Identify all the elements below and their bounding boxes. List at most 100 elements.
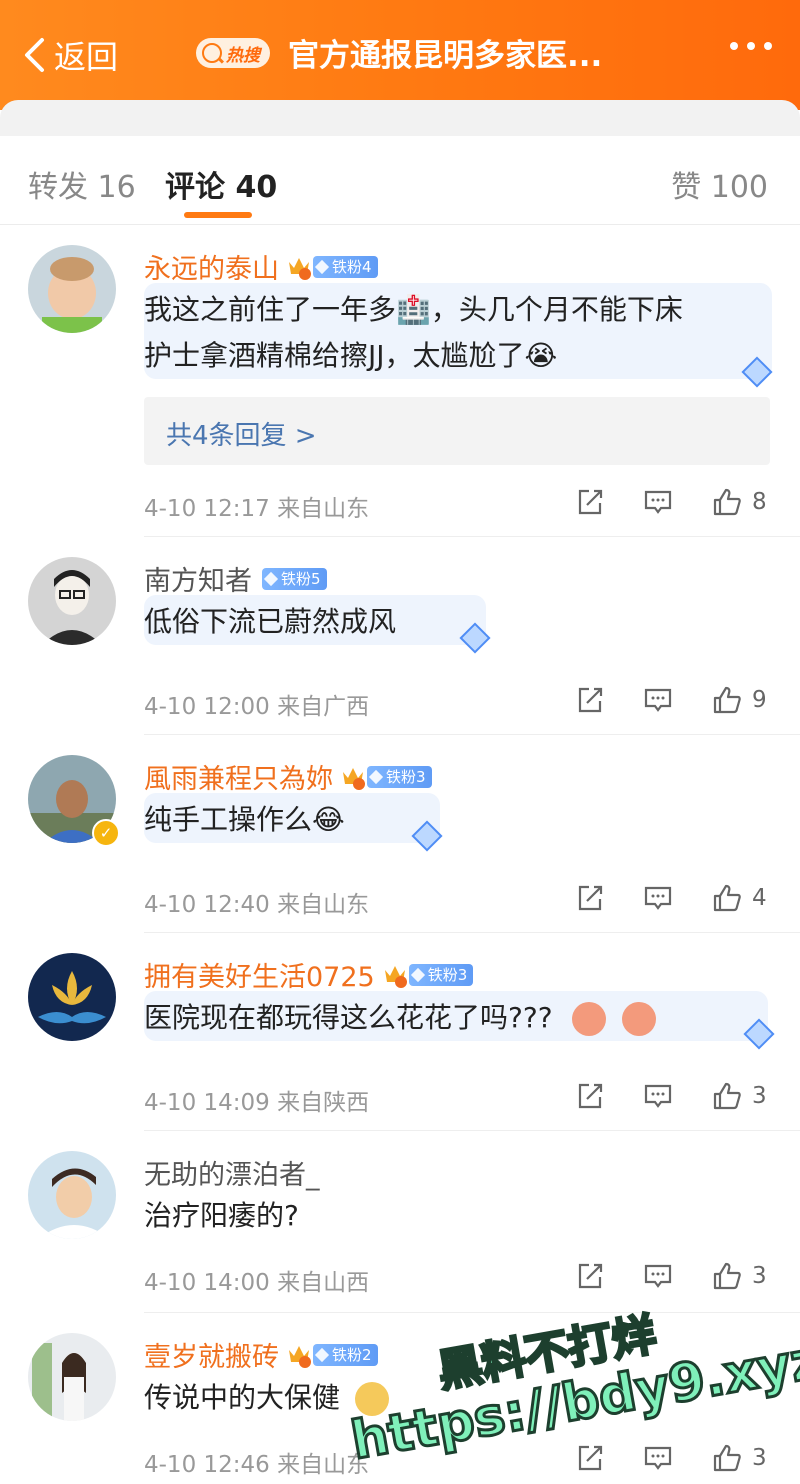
fan-badge-label: 铁粉3 (386, 768, 426, 786)
like-button[interactable]: 3 (712, 1442, 767, 1474)
fan-badge: 铁粉2 (313, 1343, 378, 1366)
like-count: 3 (752, 1445, 767, 1471)
share-button[interactable] (575, 486, 605, 518)
share-button[interactable] (575, 882, 605, 914)
comment-item: 拥有美好生活0725 铁粉3 医院现在都玩得这么花花了吗??? 4-10 14:… (0, 933, 800, 1131)
diamond-icon (314, 259, 330, 274)
username[interactable]: 壹岁就搬砖 铁粉2 (144, 1335, 378, 1374)
comment-text: 治疗阳痿的? (144, 1199, 299, 1232)
comment-meta: 4-10 12:46 来自山东 (144, 1445, 369, 1479)
sparkle-icon (459, 622, 491, 654)
hot-search-label: 热搜 (226, 45, 260, 66)
top-bar: 返回 热搜 官方通报昆明多家医... (0, 0, 800, 110)
comment-icon (644, 1264, 672, 1288)
sparkle-icon (411, 820, 443, 852)
replies-link[interactable]: 共4条回复 > (144, 397, 770, 465)
more-dot-icon (764, 42, 772, 50)
avatar[interactable] (28, 1151, 116, 1239)
comment-location: 来自山东 (277, 496, 370, 522)
tab-likes[interactable]: 赞 100 (671, 162, 768, 206)
comment-item: 永远的泰山 铁粉4 我这之前住了一年多🏥，头几个月不能下床 护士拿酒精棉给擦JJ… (0, 225, 800, 537)
comment-item: ✓ 風雨兼程只為妳 铁粉3 纯手工操作么😂 4-10 12:40 来自山东 4 (0, 735, 800, 933)
avatar[interactable] (28, 953, 116, 1041)
fan-badge-label: 铁粉5 (281, 570, 321, 588)
diamond-icon (368, 769, 384, 784)
comment-icon (644, 490, 672, 514)
like-button[interactable]: 8 (712, 486, 767, 518)
thumbs-up-icon (713, 1082, 741, 1110)
username-text: 拥有美好生活0725 (144, 962, 375, 993)
username[interactable]: 无助的漂泊者_ (144, 1153, 320, 1192)
laughing-emoji-icon (622, 1002, 657, 1036)
tab-reposts[interactable]: 转发 16 (28, 162, 136, 206)
tab-bar: 转发 16 评论 40 赞 100 (0, 136, 800, 225)
share-button[interactable] (575, 1442, 605, 1474)
back-label: 返回 (54, 38, 119, 76)
share-button[interactable] (575, 684, 605, 716)
comment-item: 南方知者 铁粉5 低俗下流已蔚然成风 4-10 12:00 来自广西 9 (0, 537, 800, 735)
fan-badge-label: 铁粉2 (332, 1346, 372, 1364)
crown-icon (341, 764, 365, 790)
like-count: 9 (752, 687, 767, 713)
share-icon (578, 885, 603, 911)
replies-label: 共4条回复 > (166, 421, 317, 451)
more-button[interactable] (730, 42, 772, 50)
comment-line: 我这之前住了一年多🏥，头几个月不能下床 (144, 293, 683, 326)
more-dot-icon (747, 42, 755, 50)
like-button[interactable]: 3 (712, 1260, 767, 1292)
crown-icon (383, 962, 407, 988)
crown-icon (287, 254, 311, 280)
avatar-image (28, 1151, 116, 1239)
avatar[interactable] (28, 1333, 116, 1421)
tab-comments[interactable]: 评论 40 (165, 162, 277, 206)
comment-time: 4-10 12:40 (144, 892, 270, 918)
search-icon (202, 43, 222, 63)
comment-location: 来自广西 (277, 694, 370, 720)
comment-meta: 4-10 12:17 来自山东 (144, 489, 369, 523)
comment-icon (644, 886, 672, 910)
share-button[interactable] (575, 1080, 605, 1112)
like-button[interactable]: 4 (712, 882, 767, 914)
username[interactable]: 風雨兼程只為妳 铁粉3 (144, 757, 432, 796)
page-title[interactable]: 官方通报昆明多家医... (288, 30, 602, 75)
diamond-icon (263, 571, 279, 586)
username[interactable]: 南方知者 铁粉5 (144, 559, 327, 598)
fan-badge: 铁粉4 (313, 255, 378, 278)
username[interactable]: 拥有美好生活0725 铁粉3 (144, 955, 474, 994)
fan-badge: 铁粉5 (262, 567, 327, 590)
back-button[interactable]: 返回 (22, 32, 118, 78)
reply-button[interactable] (643, 1260, 673, 1292)
share-button[interactable] (575, 1260, 605, 1292)
thumbs-up-icon (713, 1262, 741, 1290)
reply-button[interactable] (643, 1080, 673, 1112)
comment-time: 4-10 12:46 (144, 1452, 270, 1478)
reply-button[interactable] (643, 486, 673, 518)
reply-button[interactable] (643, 882, 673, 914)
hot-search-badge[interactable]: 热搜 (196, 38, 270, 68)
comment-icon (644, 688, 672, 712)
reply-button[interactable] (643, 684, 673, 716)
comment-time: 4-10 14:09 (144, 1090, 270, 1116)
username[interactable]: 永远的泰山 铁粉4 (144, 247, 378, 286)
like-button[interactable]: 9 (712, 684, 767, 716)
fan-badge: 铁粉3 (408, 963, 474, 986)
avatar[interactable] (28, 557, 116, 645)
comment-location: 来自山东 (277, 892, 370, 918)
avatar-image (28, 245, 116, 333)
share-icon (578, 489, 603, 515)
comment-meta: 4-10 14:00 来自山西 (144, 1263, 369, 1297)
comment-text: 纯手工操作么😂 (144, 803, 345, 836)
comment-text: 医院现在都玩得这么花花了吗??? (144, 995, 657, 1041)
comment-item: 无助的漂泊者_ 治疗阳痿的? 4-10 14:00 来自山西 3 (0, 1131, 800, 1313)
active-tab-indicator (184, 212, 252, 218)
more-dot-icon (730, 42, 738, 50)
comment-meta: 4-10 12:00 来自广西 (144, 687, 369, 721)
comment-line: 医院现在都玩得这么花花了吗??? (144, 1001, 553, 1034)
comment-text: 低俗下流已蔚然成风 (144, 605, 397, 638)
username-text: 永远的泰山 (144, 254, 279, 285)
comment-line: 传说中的大保健 (144, 1381, 341, 1414)
like-button[interactable]: 3 (712, 1080, 767, 1112)
reply-button[interactable] (643, 1442, 673, 1474)
avatar[interactable] (28, 245, 116, 333)
username-text: 无助的漂泊者_ (144, 1160, 320, 1191)
